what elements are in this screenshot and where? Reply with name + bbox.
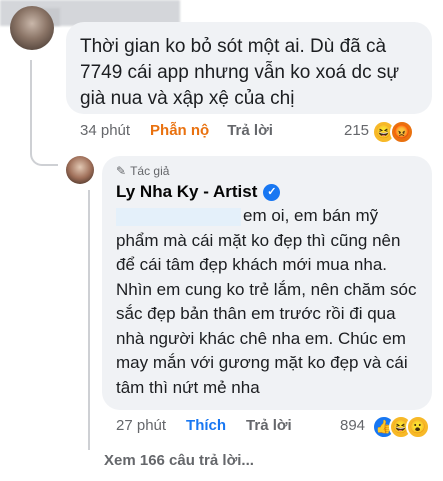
- thread-line: [30, 60, 32, 150]
- comment-time[interactable]: 34 phút: [80, 122, 130, 139]
- reply-reaction-count[interactable]: 894: [340, 417, 365, 434]
- reaction-button[interactable]: Phẫn nộ: [150, 122, 209, 139]
- reply-time[interactable]: 27 phút: [116, 417, 166, 434]
- author-name-text[interactable]: Ly Nha Ky - Artist: [116, 182, 257, 202]
- thread-line-2: [88, 190, 90, 450]
- reply-reply-button[interactable]: Trả lời: [246, 417, 292, 434]
- comment-text: Thời gian ko bỏ sót một ai. Dù đã cà 774…: [80, 36, 400, 109]
- like-button[interactable]: Thích: [186, 417, 226, 434]
- reply-bubble: ✎ Tác giả Ly Nha Ky - Artist ✓ em oi, em…: [102, 156, 432, 410]
- view-more-replies[interactable]: Xem 166 câu trả lời...: [104, 452, 254, 469]
- wow-icon: 😮: [406, 415, 430, 439]
- author-avatar[interactable]: [66, 156, 94, 184]
- reaction-count[interactable]: 215: [344, 122, 369, 139]
- comment-actions: 34 phút Phẫn nộ Trả lời: [80, 122, 293, 139]
- avatar[interactable]: [10, 6, 54, 50]
- redacted-mention: [116, 207, 241, 226]
- angry-icon: 😡: [390, 120, 414, 144]
- author-name[interactable]: Ly Nha Ky - Artist ✓: [116, 182, 281, 202]
- verified-icon: ✓: [263, 183, 281, 201]
- author-badge: ✎ Tác giả: [116, 164, 169, 178]
- pencil-icon: ✎: [116, 164, 127, 178]
- reply-text: em oi, em bán mỹ phẩm mà cái mặt ko đẹp …: [116, 204, 420, 400]
- reply-text-body: em oi, em bán mỹ phẩm mà cái mặt ko đẹp …: [116, 206, 417, 397]
- reply-actions: 27 phút Thích Trả lời: [116, 417, 312, 434]
- comment-bubble: Thời gian ko bỏ sót một ai. Dù đã cà 774…: [66, 22, 432, 114]
- author-badge-label: Tác giả: [130, 164, 170, 178]
- reply-button[interactable]: Trả lời: [227, 122, 273, 139]
- thread-connector: [30, 148, 58, 166]
